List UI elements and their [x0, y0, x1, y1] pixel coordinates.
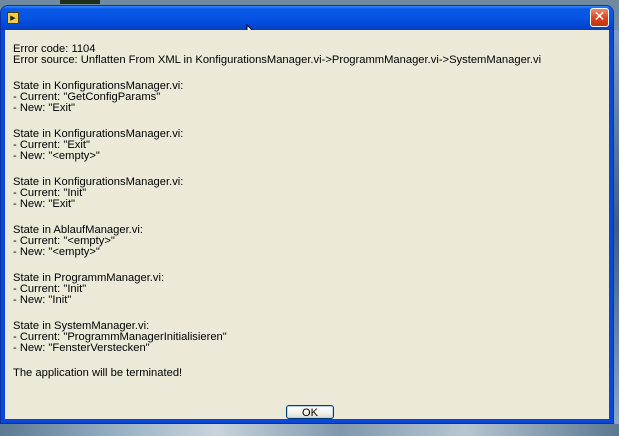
message-line: - New: "Exit" — [13, 198, 76, 211]
desktop-background — [614, 30, 619, 424]
ok-button[interactable]: OK — [286, 405, 334, 419]
message-line: State in KonfigurationsManager.vi: — [13, 175, 184, 188]
dialog-body: Error code: 1104 Error source: Unflatten … — [5, 30, 609, 419]
message-line: - New: "FensterVerstecken" — [13, 341, 150, 354]
message-line: - New: "<empty>" — [13, 246, 100, 258]
desktop-background — [60, 0, 100, 4]
message-line: - New: "Init" — [13, 293, 72, 306]
labview-app-icon[interactable]: ▶ — [7, 12, 19, 24]
message-line: State in KonfigurationsManager.vi: — [13, 127, 184, 140]
message-line: - New: "<empty>" — [13, 150, 100, 163]
error-dialog: ▶ ✕ Error code: 1104 Error source: Unflat… — [1, 6, 613, 423]
desktop-background — [0, 424, 619, 436]
message-line: The application will be terminated! — [13, 367, 183, 380]
message-line: - New: "Exit" — [13, 102, 76, 115]
message-line: - Current: "<empty>" — [13, 234, 115, 247]
message-line: - Current: "Exit" — [13, 138, 90, 151]
error-message: Error code: 1104 Error source: Unflatten … — [13, 43, 603, 380]
message-line: State in ProgrammManager.vi: — [13, 271, 165, 284]
close-button[interactable]: ✕ — [590, 8, 609, 27]
message-line: Error source: Unflatten From XML in Konf… — [13, 54, 542, 67]
title-bar[interactable]: ▶ ✕ — [1, 6, 613, 30]
message-line: - Current: "Init" — [13, 282, 87, 295]
message-line: - Current: "GetConfigParams" — [13, 90, 161, 103]
message-line: - Current: "Init" — [13, 186, 87, 199]
